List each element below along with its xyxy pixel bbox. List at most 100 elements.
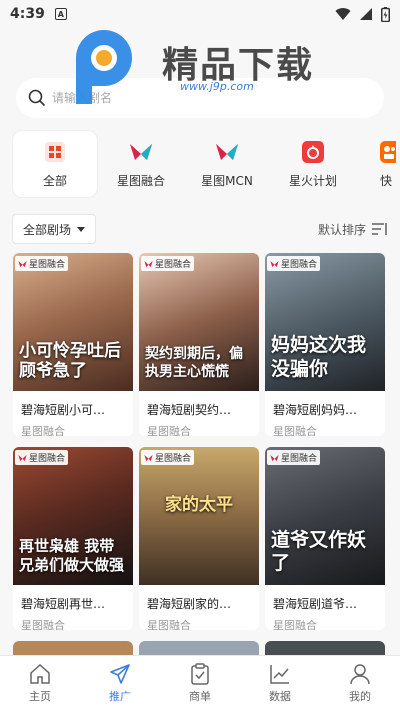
p-logo-icon [76, 30, 132, 104]
drama-card-partial[interactable] [13, 641, 133, 655]
drama-grid-next-row [13, 641, 389, 655]
category-label: 全部 [42, 173, 67, 188]
source-badge: 星图融合 [15, 450, 69, 465]
dropdown-label: 全部剧场 [23, 222, 72, 237]
sort-icon [372, 223, 387, 235]
poster-image: 星图融合 小可怜孕吐后顾爷急了 [13, 253, 133, 391]
caret-down-icon [77, 226, 86, 232]
card-title: 碧海短剧道爷… [273, 597, 358, 611]
badge-label: 星图融合 [155, 260, 192, 270]
wifi-icon [335, 8, 351, 20]
badge-label: 星图融合 [29, 454, 66, 464]
poster-image: 星图融合 再世枭雄 我带兄弟们做大做强 [13, 447, 133, 585]
card-source: 星图融合 [21, 425, 65, 436]
drama-card-partial[interactable] [139, 641, 259, 655]
tab-profile[interactable]: 我的 [320, 656, 400, 711]
category-label: 星火计划 [288, 173, 337, 188]
source-badge: 星图融合 [15, 256, 69, 271]
watermark-logo: 精品下载 www.j9p.com [70, 28, 330, 108]
search-icon [28, 89, 46, 107]
source-badge: 星图融合 [141, 256, 195, 271]
xingtu-icon [18, 454, 27, 461]
chart-icon [270, 665, 289, 684]
drama-card[interactable]: 星图融合 家的太平 碧海短剧家的… 星图融合 [139, 447, 259, 630]
poster-title: 家的太平 [165, 495, 233, 515]
bottom-tab-bar: 主页 推广 商单 数据 我的 [0, 655, 400, 711]
category-all[interactable]: 全部 [12, 130, 98, 198]
status-bar: 4:39 A [0, 0, 400, 28]
card-source: 星图融合 [21, 619, 65, 630]
category-xinghuo[interactable]: 星火计划 [270, 130, 356, 198]
card-title: 碧海短剧再世… [21, 597, 106, 611]
drama-card-partial[interactable] [265, 641, 385, 655]
grid-icon [43, 140, 67, 164]
send-icon [110, 664, 130, 684]
home-icon [30, 663, 50, 684]
status-icons [335, 6, 390, 22]
poster-image: 星图融合 道爷又作妖了 [265, 447, 385, 585]
clipboard-icon [191, 663, 209, 685]
theater-dropdown[interactable]: 全部剧场 [12, 214, 97, 244]
category-kuai[interactable]: 快 [356, 130, 396, 198]
badge-label: 星图融合 [281, 260, 318, 270]
badge-label: 星图融合 [29, 260, 66, 270]
drama-card[interactable]: 星图融合 再世枭雄 我带兄弟们做大做强 碧海短剧再世… 星图融合 [13, 447, 133, 630]
user-icon [350, 664, 370, 685]
filter-row: 全部剧场 默认排序 [12, 214, 388, 244]
card-title: 碧海短剧家的… [147, 597, 232, 611]
drama-card[interactable]: 星图融合 道爷又作妖了 碧海短剧道爷… 星图融合 [265, 447, 385, 630]
card-source: 星图融合 [273, 619, 317, 630]
app-notification-icon: A [54, 8, 67, 20]
drama-card[interactable]: 星图融合 妈妈这次我没骗你 碧海短剧妈妈… 星图融合 [265, 253, 385, 436]
card-source: 星图融合 [273, 425, 317, 436]
xingtu-icon [129, 140, 153, 164]
tab-home[interactable]: 主页 [0, 656, 80, 711]
poster-image: 星图融合 契约到期后，偏执男主心慌慌 [139, 253, 259, 391]
poster-title: 妈妈这次我没骗你 [271, 334, 367, 380]
tab-label: 商单 [189, 690, 211, 703]
category-label: 星图MCN [201, 173, 253, 188]
status-time: 4:39 [10, 6, 45, 22]
xingtu-icon [270, 260, 279, 267]
poster-title: 道爷又作妖了 [271, 529, 367, 574]
category-label: 快 [379, 173, 392, 188]
battery-icon [381, 6, 390, 22]
source-badge: 星图融合 [267, 450, 321, 465]
card-title: 碧海短剧小可… [21, 403, 106, 417]
source-badge: 星图融合 [267, 256, 321, 271]
card-source: 星图融合 [147, 425, 191, 436]
kuaishou-icon [378, 140, 396, 164]
poster-title: 小可怜孕吐后顾爷急了 [19, 341, 121, 381]
xingtu-mcn-icon [215, 140, 239, 164]
xingtu-icon [144, 260, 153, 267]
category-bar: 全部 星图融合 星图MCN 星火计划 快 [12, 130, 400, 198]
tab-promote[interactable]: 推广 [80, 656, 160, 711]
category-label: 星图融合 [116, 173, 165, 188]
xingtu-icon [18, 260, 27, 267]
tab-label: 推广 [109, 690, 131, 703]
poster-title: 再世枭雄 我带兄弟们做大做强 [19, 537, 125, 574]
xingtu-icon [270, 454, 279, 461]
tab-label: 主页 [29, 690, 51, 703]
card-title: 碧海短剧契约… [147, 403, 232, 417]
card-title: 碧海短剧妈妈… [273, 403, 358, 417]
source-badge: 星图融合 [141, 450, 195, 465]
tab-orders[interactable]: 商单 [160, 656, 240, 711]
watermark-url: www.j9p.com [180, 80, 254, 93]
poster-image: 星图融合 家的太平 [139, 447, 259, 585]
card-source: 星图融合 [147, 619, 191, 630]
tab-label: 我的 [349, 690, 371, 703]
tab-label: 数据 [269, 690, 291, 703]
sort-label: 默认排序 [317, 222, 366, 237]
category-xingtu-ronghe[interactable]: 星图融合 [98, 130, 184, 198]
signal-icon [360, 8, 372, 20]
drama-card[interactable]: 星图融合 契约到期后，偏执男主心慌慌 碧海短剧契约… 星图融合 [139, 253, 259, 436]
flame-icon [301, 140, 325, 164]
tab-data[interactable]: 数据 [240, 656, 320, 711]
badge-label: 星图融合 [281, 454, 318, 464]
drama-grid: 星图融合 小可怜孕吐后顾爷急了 碧海短剧小可… 星图融合 星图融合 契约到期后，… [13, 253, 389, 630]
category-xingtu-mcn[interactable]: 星图MCN [184, 130, 270, 198]
xingtu-icon [144, 454, 153, 461]
drama-card[interactable]: 星图融合 小可怜孕吐后顾爷急了 碧海短剧小可… 星图融合 [13, 253, 133, 436]
sort-button[interactable]: 默认排序 [318, 221, 388, 238]
